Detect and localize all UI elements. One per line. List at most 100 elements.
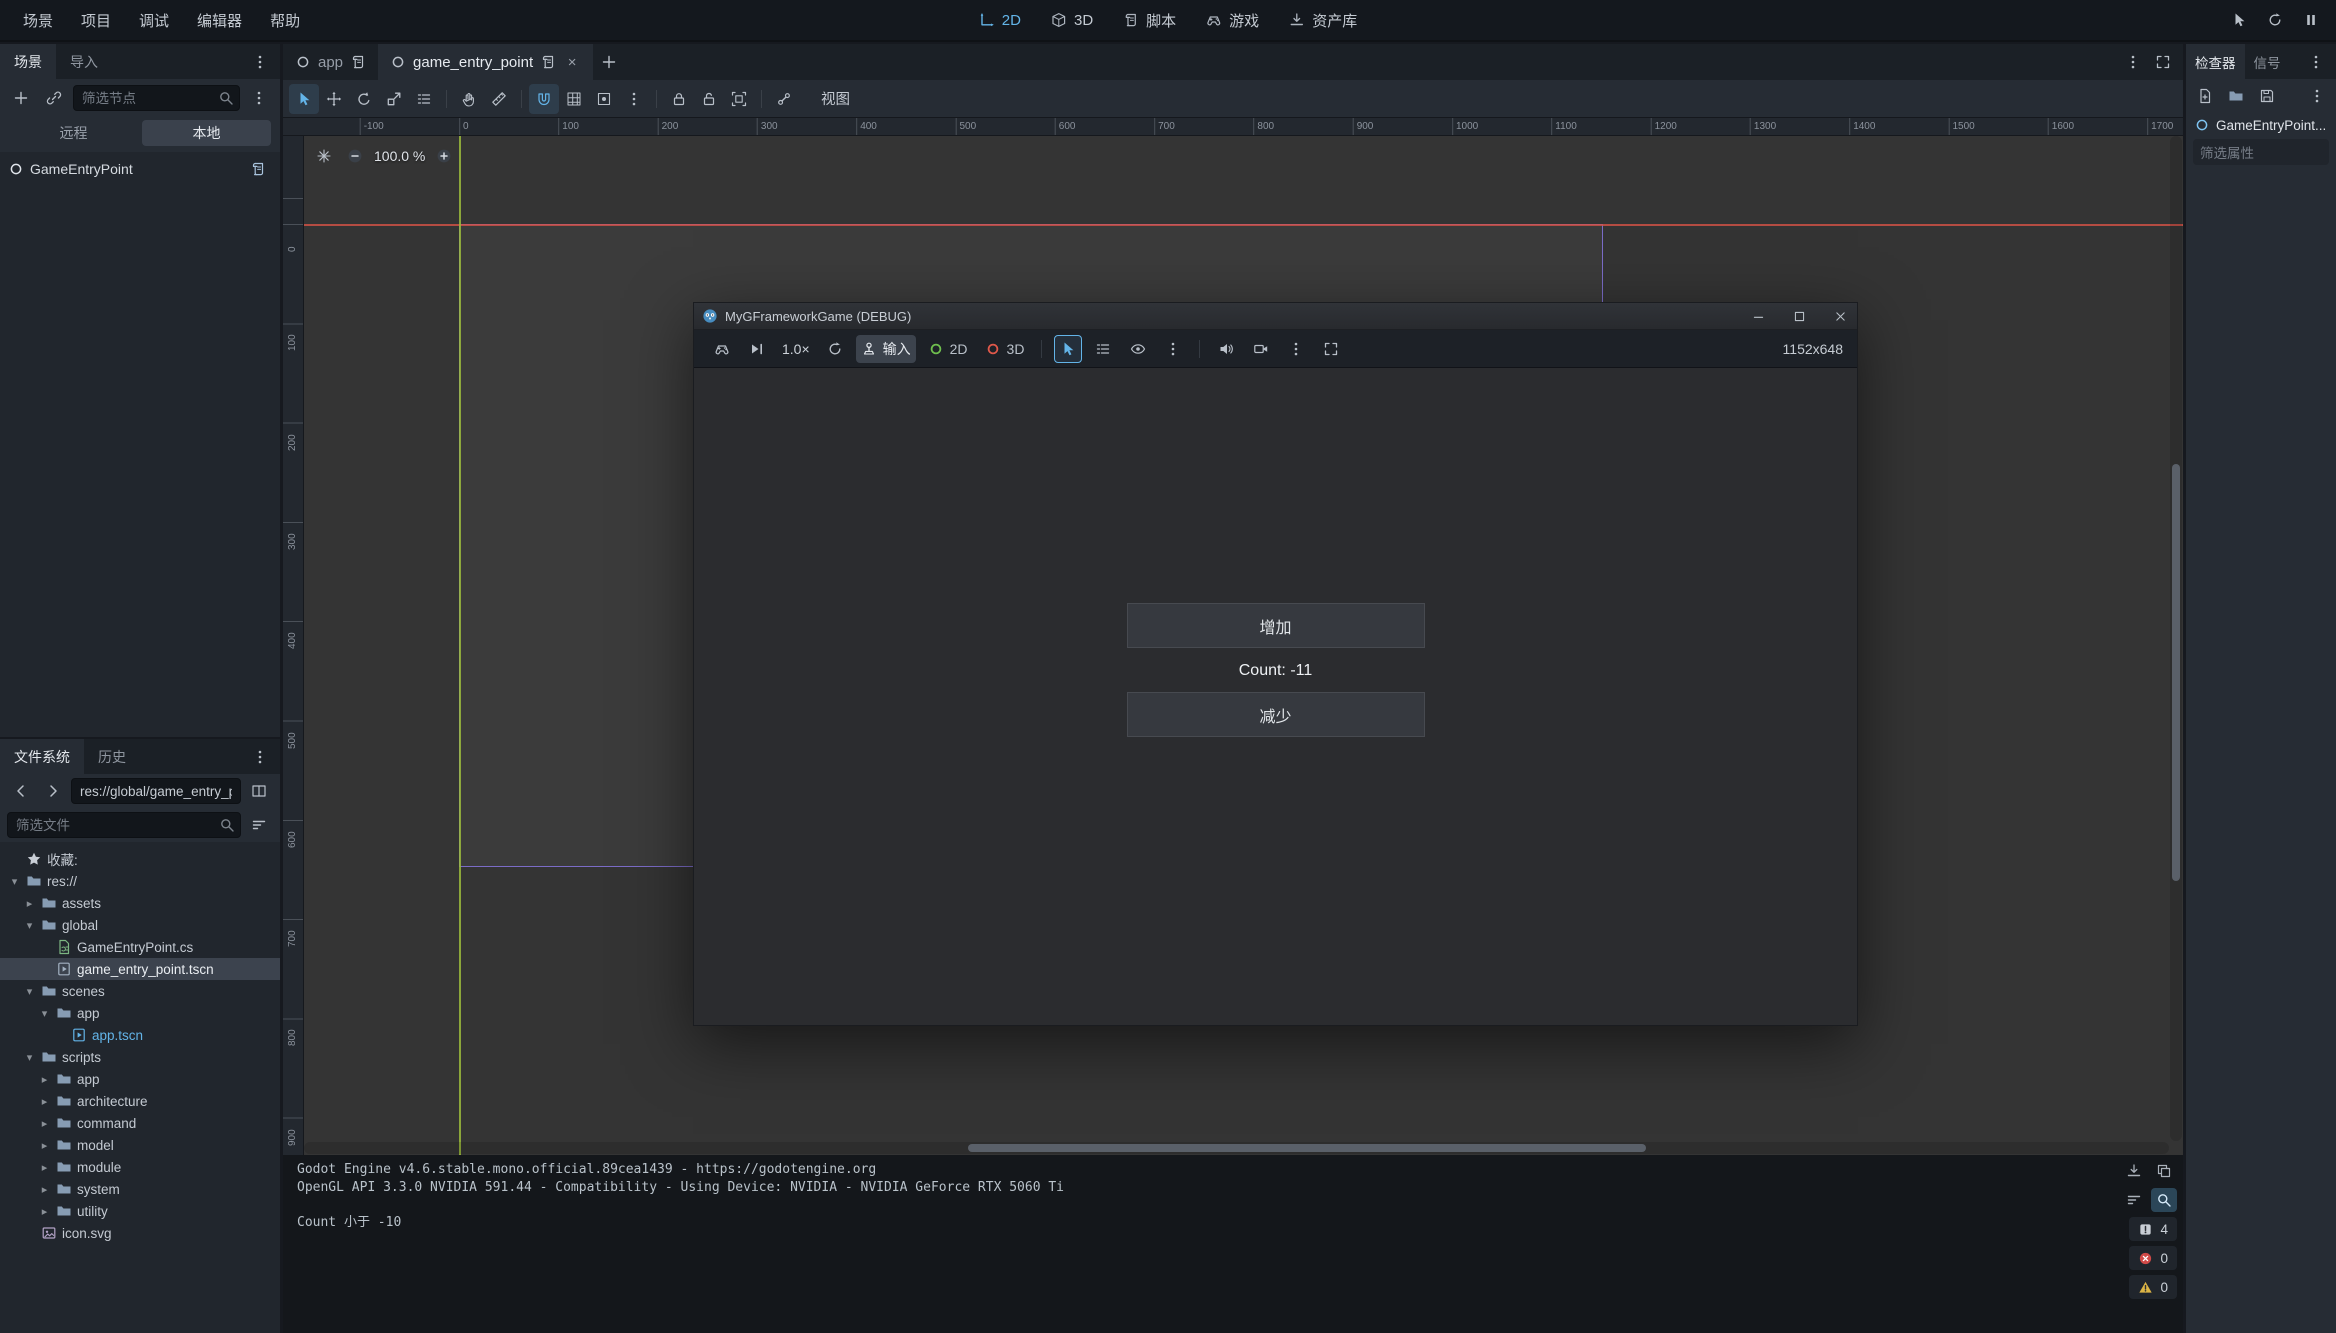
- menu-item-2[interactable]: 调试: [126, 5, 182, 36]
- fs-tree-row[interactable]: 收藏:: [0, 848, 280, 870]
- fs-tree-row[interactable]: ▸model: [0, 1134, 280, 1156]
- fs-forward-button[interactable]: [39, 777, 67, 805]
- menu-item-1[interactable]: 项目: [68, 5, 124, 36]
- fs-tree-row[interactable]: ▸assets: [0, 892, 280, 914]
- remote-toggle-button[interactable]: 远程: [9, 120, 138, 146]
- errors-count-badge[interactable]: 0: [2129, 1246, 2177, 1270]
- fs-split-view-button[interactable]: [245, 777, 273, 805]
- zoom-out-button[interactable]: [343, 144, 367, 168]
- add-node-button[interactable]: [7, 84, 35, 112]
- filter-files-input[interactable]: [7, 812, 241, 838]
- pick-2d-button[interactable]: 2D: [923, 335, 973, 363]
- open-script-button[interactable]: [244, 155, 272, 183]
- window-close-button[interactable]: [1823, 303, 1857, 329]
- log-filter-button[interactable]: [2121, 1188, 2147, 1212]
- fs-tree-row[interactable]: ▸architecture: [0, 1090, 280, 1112]
- center-view-button[interactable]: [312, 144, 336, 168]
- rotate-tool-button[interactable]: [349, 84, 379, 114]
- decrease-button[interactable]: 减少: [1127, 692, 1425, 737]
- workspace-2[interactable]: 脚本: [1110, 5, 1189, 36]
- view-menu-button[interactable]: 视图: [809, 84, 862, 113]
- scale-tool-button[interactable]: [379, 84, 409, 114]
- menu-item-3[interactable]: 编辑器: [184, 5, 255, 36]
- workspace-1[interactable]: 3D: [1038, 7, 1106, 34]
- scene-tabs-menu-button[interactable]: [2119, 48, 2147, 76]
- expand-arrow-icon[interactable]: ▾: [23, 1051, 36, 1064]
- canvas-viewport[interactable]: 100.0 % MyGFrameworkGame (DEBUG) 1.0×: [304, 136, 2183, 1155]
- pan-tool-button[interactable]: [454, 84, 484, 114]
- fs-tree-row[interactable]: ▾global: [0, 914, 280, 936]
- reload-button[interactable]: [2260, 5, 2290, 35]
- selectable-nodes-list-button[interactable]: [409, 84, 439, 114]
- select-tool-button[interactable]: [289, 84, 319, 114]
- pause-button[interactable]: [2296, 5, 2326, 35]
- fs-back-button[interactable]: [7, 777, 35, 805]
- embed-fullscreen-button[interactable]: [1317, 335, 1345, 363]
- expand-arrow-icon[interactable]: ▸: [38, 1073, 51, 1086]
- group-selected-button[interactable]: [724, 84, 754, 114]
- fs-tree-row[interactable]: ▸app: [0, 1068, 280, 1090]
- inspector-menu-button[interactable]: [2302, 48, 2330, 76]
- ruler-mode-button[interactable]: [484, 84, 514, 114]
- picking-menu-button[interactable]: [1159, 335, 1187, 363]
- scene-tab-game-entry-point[interactable]: game_entry_point ×: [378, 44, 593, 80]
- menu-item-4[interactable]: 帮助: [257, 5, 313, 36]
- save-resource-button[interactable]: [2253, 82, 2281, 110]
- new-scene-tab-button[interactable]: [593, 44, 625, 80]
- fs-tree-row[interactable]: ▾scenes: [0, 980, 280, 1002]
- menu-item-0[interactable]: 场景: [10, 5, 66, 36]
- fs-tree-row[interactable]: ▸module: [0, 1156, 280, 1178]
- pick-3d-button[interactable]: 3D: [980, 335, 1030, 363]
- fs-tree-row[interactable]: game_entry_point.tscn: [0, 958, 280, 980]
- mute-audio-button[interactable]: [1212, 335, 1240, 363]
- move-tool-button[interactable]: [319, 84, 349, 114]
- hscroll-thumb[interactable]: [968, 1144, 1646, 1152]
- fs-tree-row[interactable]: icon.svg: [0, 1222, 280, 1244]
- distraction-free-button[interactable]: [2149, 48, 2177, 76]
- fs-tree-row[interactable]: ▾app: [0, 1002, 280, 1024]
- window-maximize-button[interactable]: [1782, 303, 1816, 329]
- fs-path-field[interactable]: [71, 778, 241, 804]
- increase-button[interactable]: 增加: [1127, 603, 1425, 648]
- expand-arrow-icon[interactable]: ▸: [23, 897, 36, 910]
- expand-arrow-icon[interactable]: ▸: [38, 1205, 51, 1218]
- smart-snap-button[interactable]: [529, 84, 559, 114]
- scene-tab-app[interactable]: app: [283, 44, 378, 80]
- instance-scene-button[interactable]: [40, 84, 68, 112]
- expand-arrow-icon[interactable]: ▸: [38, 1117, 51, 1130]
- load-resource-button[interactable]: [2222, 82, 2250, 110]
- expand-arrow-icon[interactable]: ▾: [8, 875, 21, 888]
- zoom-in-button[interactable]: [432, 144, 456, 168]
- filter-properties-field[interactable]: 筛选属性: [2193, 139, 2329, 165]
- fs-tree-row[interactable]: app.tscn: [0, 1024, 280, 1046]
- fs-dock-menu-button[interactable]: [246, 743, 274, 771]
- copy-log-button[interactable]: [2151, 1159, 2177, 1183]
- fs-sort-button[interactable]: [245, 811, 273, 839]
- zoom-level-label[interactable]: 100.0 %: [374, 148, 425, 164]
- filter-nodes-input[interactable]: [73, 85, 240, 111]
- expand-arrow-icon[interactable]: ▾: [38, 1007, 51, 1020]
- window-minimize-button[interactable]: [1741, 303, 1775, 329]
- local-toggle-button[interactable]: 本地: [142, 120, 271, 146]
- unlock-selected-button[interactable]: [694, 84, 724, 114]
- inspector-tab-0[interactable]: 检查器: [2186, 44, 2245, 79]
- close-tab-button[interactable]: ×: [563, 53, 581, 71]
- fs-tree-row[interactable]: ▸system: [0, 1178, 280, 1200]
- new-resource-button[interactable]: [2191, 82, 2219, 110]
- log-search-button[interactable]: [2151, 1188, 2177, 1212]
- suspend-button[interactable]: [708, 335, 736, 363]
- snap-options-button[interactable]: [589, 84, 619, 114]
- resource-menu-button[interactable]: [2303, 82, 2331, 110]
- workspace-0[interactable]: 2D: [966, 7, 1034, 34]
- inspector-tab-1[interactable]: 信号: [2245, 44, 2290, 79]
- scene-dock-tab-0[interactable]: 场景: [0, 44, 56, 79]
- game-window-titlebar[interactable]: MyGFrameworkGame (DEBUG): [694, 303, 1857, 330]
- warnings-count-badge[interactable]: 0: [2129, 1275, 2177, 1299]
- next-frame-button[interactable]: [743, 335, 771, 363]
- messages-count-badge[interactable]: 4: [2129, 1217, 2177, 1241]
- scene-dock-menu-button[interactable]: [246, 48, 274, 76]
- expand-arrow-icon[interactable]: ▸: [38, 1139, 51, 1152]
- fs-tree-row[interactable]: ▾res://: [0, 870, 280, 892]
- camera-menu-button[interactable]: [1282, 335, 1310, 363]
- fs-tree-row[interactable]: ▾scripts: [0, 1046, 280, 1068]
